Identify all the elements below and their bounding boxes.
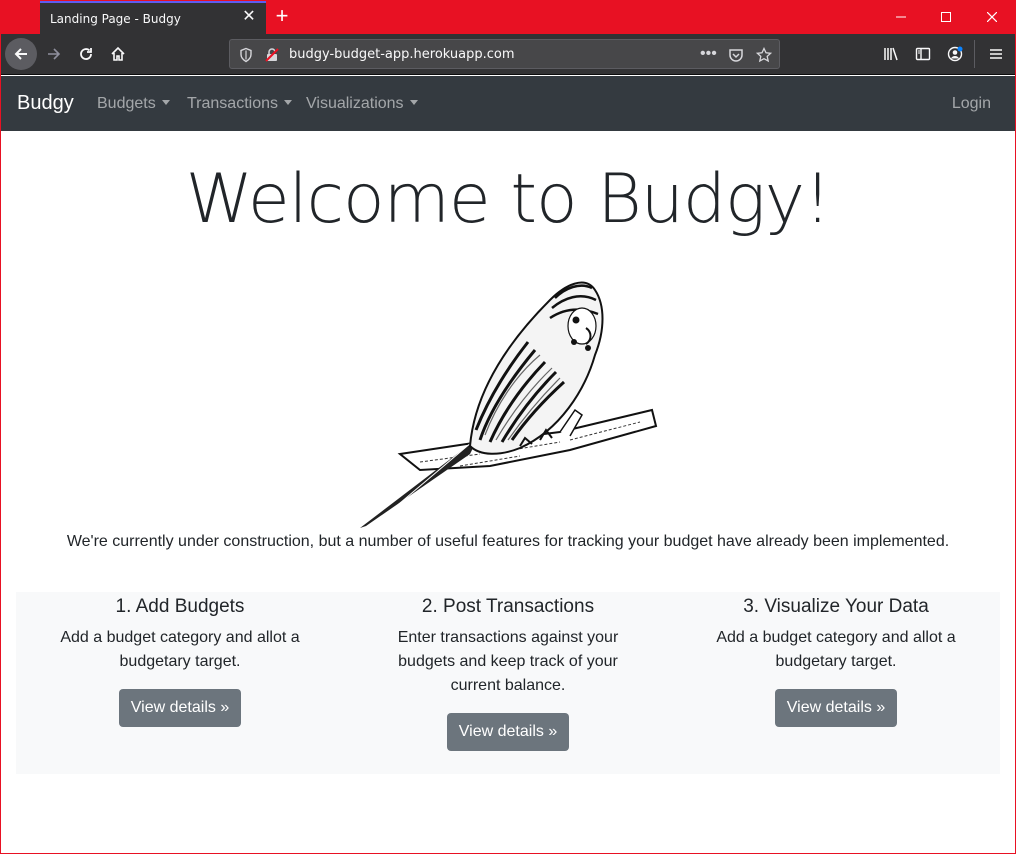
sidebar-icon[interactable] <box>907 38 939 70</box>
back-button[interactable] <box>5 38 37 70</box>
caret-down-icon <box>284 100 292 105</box>
feature-text: Enter transactions against your budgets … <box>397 629 619 694</box>
login-link[interactable]: Login <box>952 95 991 113</box>
tab-close-icon[interactable]: ✕ <box>240 8 258 26</box>
hero-lead-text: We're currently under construction, but … <box>66 533 950 550</box>
feature-title: 3. Visualize Your Data <box>743 596 929 617</box>
shield-icon[interactable] <box>238 47 254 63</box>
browser-toolbar: budgy-budget-app.herokuapp.com ••• <box>0 34 1016 75</box>
feature-add-budgets: 1. Add Budgets Add a budget category and… <box>16 592 344 727</box>
feature-title: 1. Add Budgets <box>115 596 245 617</box>
nav-item-label: Transactions <box>187 95 278 112</box>
feature-text: Add a budget category and allot a budget… <box>60 629 300 670</box>
nav-dropdown-budgets[interactable]: Budgets <box>97 95 170 113</box>
view-details-button[interactable]: View details » <box>446 713 570 751</box>
feature-visualize-data: 3. Visualize Your Data Add a budget cate… <box>672 592 1000 727</box>
tab-title: Landing Page - Budgy <box>50 12 181 26</box>
browser-titlebar: Landing Page - Budgy ✕ + <box>0 0 1016 34</box>
feature-text: Add a budget category and allot a budget… <box>716 629 956 670</box>
close-window-icon[interactable] <box>969 0 1015 34</box>
account-icon[interactable] <box>939 38 971 70</box>
feature-post-transactions: 2. Post Transactions Enter transactions … <box>344 592 672 751</box>
features-section: 1. Add Budgets Add a budget category and… <box>16 592 1000 774</box>
maximize-icon[interactable] <box>923 0 969 34</box>
navbar-brand[interactable]: Budgy <box>17 92 74 115</box>
new-tab-icon[interactable]: + <box>270 4 294 28</box>
site-navbar: Budgy Budgets Transactions Visualization… <box>1 76 1015 131</box>
home-button[interactable] <box>102 38 134 70</box>
caret-down-icon <box>409 100 418 105</box>
url-text: budgy-budget-app.herokuapp.com <box>289 47 515 62</box>
browser-tab[interactable]: Landing Page - Budgy ✕ <box>40 1 266 34</box>
nav-item-label: Budgets <box>97 95 156 112</box>
feature-title: 2. Post Transactions <box>421 596 595 617</box>
view-details-button[interactable]: View details » <box>118 689 242 727</box>
caret-down-icon <box>161 100 170 105</box>
page-title: Welcome to Budgy! <box>185 160 832 239</box>
menu-icon[interactable] <box>980 38 1012 70</box>
reload-button[interactable] <box>70 38 102 70</box>
toolbar-divider <box>974 40 975 68</box>
insecure-lock-icon[interactable] <box>264 47 280 63</box>
address-bar[interactable]: budgy-budget-app.herokuapp.com ••• <box>229 39 780 69</box>
library-icon[interactable] <box>875 38 907 70</box>
minimize-icon[interactable] <box>878 0 924 34</box>
nav-item-label: Visualizations <box>306 95 404 112</box>
pocket-icon[interactable] <box>728 47 744 63</box>
bookmark-star-icon[interactable] <box>755 46 773 63</box>
page-actions-icon[interactable]: ••• <box>700 46 717 62</box>
nav-dropdown-transactions[interactable]: Transactions <box>187 95 292 113</box>
nav-dropdown-visualizations[interactable]: Visualizations <box>306 95 418 113</box>
forward-button[interactable] <box>38 38 70 70</box>
view-details-button[interactable]: View details » <box>774 689 898 727</box>
budgie-illustration <box>360 281 658 528</box>
